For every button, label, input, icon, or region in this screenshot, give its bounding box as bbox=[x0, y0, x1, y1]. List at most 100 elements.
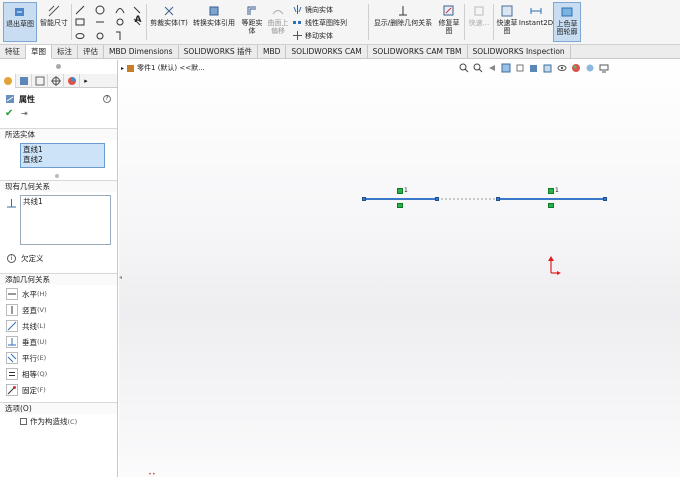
axis-triad-fragment: • • bbox=[149, 472, 155, 477]
linear-pattern-button[interactable]: 线性草图阵列 bbox=[293, 17, 347, 28]
panel-collapse-handle[interactable] bbox=[56, 64, 61, 69]
linear-pattern-icon bbox=[293, 18, 302, 27]
smart-dimension-button[interactable]: 智能尺寸 bbox=[38, 2, 70, 42]
tab-markup[interactable]: 标注 bbox=[52, 45, 78, 59]
collinear-relation-badge[interactable] bbox=[397, 188, 403, 194]
move-entities-button[interactable]: 移动实体 bbox=[293, 30, 333, 41]
existing-relations-header[interactable]: 现有几何关系 bbox=[0, 180, 117, 192]
tab-sketch[interactable]: 草图 bbox=[26, 45, 52, 59]
endpoint-handle[interactable] bbox=[496, 197, 500, 201]
sketch-geometry: • • bbox=[149, 198, 605, 477]
text-icon: A bbox=[134, 15, 142, 25]
tab-evaluate[interactable]: 评估 bbox=[78, 45, 104, 59]
relation-index: 1 bbox=[404, 187, 408, 194]
offset-icon bbox=[246, 5, 258, 17]
tab-solidworks-addins[interactable]: SOLIDWORKS 插件 bbox=[179, 45, 258, 59]
exit-sketch-button[interactable]: 退出草图 bbox=[3, 2, 37, 42]
tab-mbd-dimensions[interactable]: MBD Dimensions bbox=[104, 45, 179, 59]
list-item[interactable]: 共线1 bbox=[23, 197, 108, 207]
horizontal-relation-button[interactable]: 水平 (H) bbox=[6, 287, 47, 301]
tab-mbd[interactable]: MBD bbox=[258, 45, 287, 59]
shaded-contours-icon bbox=[561, 6, 573, 18]
perpendicular-icon bbox=[6, 336, 18, 348]
ribbon-divider bbox=[71, 4, 72, 40]
construction-checkbox-row[interactable]: 作为构造线 (C) bbox=[20, 416, 77, 427]
ok-button[interactable]: ✔ bbox=[5, 109, 15, 119]
mirror-entities-button[interactable]: 镜向实体 bbox=[293, 4, 333, 15]
tab-solidworks-cam-tbm[interactable]: SOLIDWORKS CAM TBM bbox=[368, 45, 468, 59]
collinear-relation-badge[interactable] bbox=[548, 188, 554, 194]
feature-manager-tab[interactable] bbox=[0, 74, 16, 88]
list-item[interactable]: 直线1 bbox=[23, 145, 102, 155]
line-properties-icon bbox=[6, 95, 14, 103]
definition-status: 欠定义 bbox=[21, 254, 44, 263]
options-header[interactable]: 选项(O) bbox=[0, 402, 117, 414]
display-relations-button[interactable]: 显示/删除几何关系 bbox=[371, 2, 435, 42]
repair-sketch-button[interactable]: 修复草图 bbox=[436, 2, 462, 42]
construction-checkbox[interactable] bbox=[20, 418, 27, 425]
convert-entities-button[interactable]: 转换实体引用 bbox=[190, 2, 238, 42]
endpoint-handle[interactable] bbox=[362, 197, 366, 201]
panel-collapse-arrow[interactable]: ◂ bbox=[119, 274, 123, 282]
collinear-relation-button[interactable]: 共线 (L) bbox=[6, 319, 46, 333]
display-manager-tab[interactable] bbox=[64, 74, 80, 88]
offset-entities-button[interactable]: 等距实体 bbox=[240, 2, 264, 42]
selected-entities-list[interactable]: 直线1 直线2 bbox=[20, 143, 105, 168]
collinear-icon bbox=[6, 320, 18, 332]
perpendicular-relation-button[interactable]: 垂直 (U) bbox=[6, 335, 47, 349]
existing-relations-list[interactable]: 共线1 bbox=[20, 195, 111, 245]
equal-relation-badge[interactable] bbox=[397, 203, 403, 208]
relation-index: 1 bbox=[555, 187, 559, 194]
equal-relation-button[interactable]: 相等 (Q) bbox=[6, 367, 47, 381]
endpoint-handle[interactable] bbox=[435, 197, 439, 201]
property-icon bbox=[20, 77, 28, 85]
ribbon-divider bbox=[493, 4, 494, 40]
horizontal-icon bbox=[6, 288, 18, 300]
property-manager-panel: ▸ 属性 ? ✔ ⇥ 所选实体 直线1 直线2 现有几何关系 共线1 i 欠定义… bbox=[0, 60, 118, 477]
trim-icon bbox=[163, 5, 175, 17]
ribbon-divider bbox=[146, 4, 147, 40]
ribbon-divider bbox=[368, 4, 369, 40]
tab-features[interactable]: 特征 bbox=[0, 45, 26, 59]
graphics-area[interactable]: ▸ 零件1 (默认) <<默... • • 1 1 ◂ bbox=[119, 60, 680, 477]
configuration-manager-tab[interactable] bbox=[32, 74, 48, 88]
help-icon[interactable]: ? bbox=[103, 95, 111, 103]
crosshair-icon bbox=[51, 76, 61, 86]
parallel-icon bbox=[6, 352, 18, 364]
panel-title: 属性 bbox=[19, 94, 35, 104]
property-manager-tab[interactable] bbox=[16, 74, 32, 88]
dimxpert-tab[interactable] bbox=[48, 74, 64, 88]
smart-dimension-icon bbox=[48, 5, 60, 17]
tab-solidworks-cam[interactable]: SOLIDWORKS CAM bbox=[286, 45, 368, 59]
surface-offset-icon bbox=[272, 5, 284, 17]
instant2d-button[interactable]: Instant2D bbox=[519, 2, 553, 42]
list-item[interactable]: 直线2 bbox=[23, 155, 102, 165]
status-row: i 欠定义 bbox=[7, 253, 44, 264]
info-icon: i bbox=[7, 254, 16, 263]
ribbon-divider bbox=[464, 4, 465, 40]
tab-solidworks-inspection[interactable]: SOLIDWORKS Inspection bbox=[468, 45, 571, 59]
quick-snaps-button[interactable]: 快速... bbox=[466, 2, 492, 42]
equal-relation-badge[interactable] bbox=[548, 203, 554, 208]
text-tool-button[interactable]: A bbox=[132, 14, 144, 26]
surface-offset-button[interactable]: 曲面上偏移 bbox=[266, 2, 290, 42]
rapid-sketch-icon bbox=[501, 5, 513, 17]
exit-sketch-icon bbox=[14, 6, 26, 18]
vertical-icon bbox=[6, 304, 18, 316]
add-relations-header[interactable]: 添加几何关系 bbox=[0, 273, 117, 285]
panel-header: 属性 ? bbox=[5, 93, 115, 105]
shaded-sketch-contours-button[interactable]: 上色草图轮廓 bbox=[553, 2, 581, 42]
pushpin-icon[interactable]: ⇥ bbox=[21, 109, 31, 119]
selected-entities-header[interactable]: 所选实体 bbox=[0, 128, 117, 140]
resize-grip-icon[interactable] bbox=[55, 174, 59, 178]
relation-icon bbox=[7, 199, 16, 208]
parallel-relation-button[interactable]: 平行 (E) bbox=[6, 351, 46, 365]
rapid-sketch-button[interactable]: 快速草图 bbox=[495, 2, 519, 42]
more-tabs-arrow[interactable]: ▸ bbox=[80, 74, 92, 88]
mirror-icon bbox=[293, 5, 302, 14]
endpoint-handle[interactable] bbox=[603, 197, 607, 201]
fix-relation-button[interactable]: 固定 (F) bbox=[6, 383, 46, 397]
vertical-relation-button[interactable]: 竖直 (V) bbox=[6, 303, 47, 317]
trim-entities-button[interactable]: 剪裁实体(T) bbox=[150, 2, 188, 42]
fix-icon bbox=[6, 384, 18, 396]
